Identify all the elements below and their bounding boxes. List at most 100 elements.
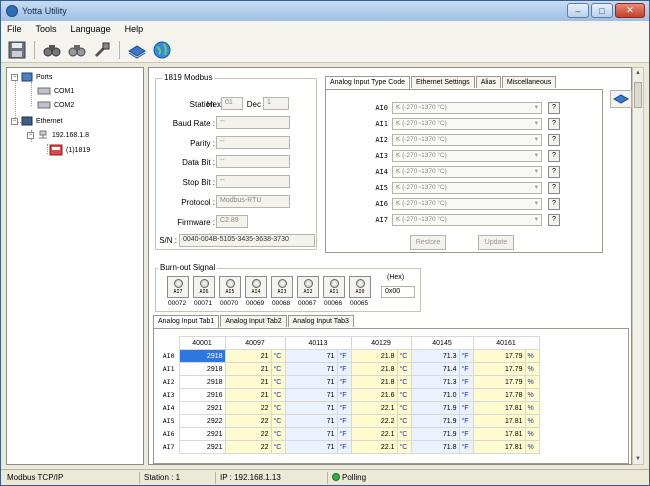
collapse-toggle[interactable]: − [11,73,18,81]
value-cell[interactable]: 21.8 [350,349,398,363]
value-cell[interactable]: 71 [284,388,338,402]
scroll-down-icon[interactable]: ▼ [633,454,643,464]
raw-value-cell[interactable]: 2922 [178,414,226,428]
value-cell[interactable]: 21 [224,388,272,402]
help-button[interactable]: ? [548,214,560,226]
value-cell[interactable]: 22 [224,440,272,454]
value-cell[interactable]: 17.78 [472,388,526,402]
value-cell[interactable]: 22.1 [350,440,398,454]
tree-node-ports[interactable]: − Ports [11,72,52,82]
table-row[interactable]: AI6 2921 22 °C 71 °F 22.1 °C 71.9 °F 17.… [159,427,540,441]
collapse-toggle[interactable]: − [11,117,18,125]
tab-ethernet-settings[interactable]: Ethernet Settings [410,76,475,88]
table-row[interactable]: AI3 2916 21 °C 71 °F 21.6 °C 71.0 °F 17.… [159,388,540,402]
ai-type-select[interactable]: K (-270~1370 °C) [392,134,542,146]
parity-field[interactable]: -- [216,136,290,149]
value-cell[interactable]: 22 [224,414,272,428]
value-cell[interactable]: 22.1 [350,427,398,441]
help-button[interactable]: ? [548,150,560,162]
value-cell[interactable]: 71 [284,349,338,363]
baud-rate-field[interactable]: -- [216,116,290,129]
ai-type-select[interactable]: K (-270~1370 °C) [392,198,542,210]
value-cell[interactable]: 22 [224,401,272,415]
data-bit-field[interactable]: -- [216,155,290,168]
book-side-button[interactable] [610,90,632,108]
value-cell[interactable]: 71.8 [410,440,460,454]
tab-analog-input-2[interactable]: Analog Input Tab2 [220,315,287,327]
tree-node-ip[interactable]: − 192.168.1.8 [27,130,89,140]
value-cell[interactable]: 71.4 [410,362,460,376]
value-cell[interactable]: 71 [284,375,338,389]
update-button[interactable]: Update [478,235,514,250]
ai-type-select[interactable]: K (-270~1370 °C) [392,102,542,114]
tab-analog-input-type-code[interactable]: Analog Input Type Code [325,76,410,89]
globe-icon[interactable] [152,40,172,60]
tab-alias[interactable]: Alias [475,76,501,88]
help-button[interactable]: ? [548,102,560,114]
scroll-thumb[interactable] [634,82,642,108]
value-cell[interactable]: 71.0 [410,388,460,402]
tab-analog-input-1[interactable]: Analog Input Tab1 [153,315,220,328]
value-cell[interactable]: 71 [284,440,338,454]
value-cell[interactable]: 71.9 [410,427,460,441]
value-cell[interactable]: 17.81 [472,414,526,428]
sn-field[interactable]: 0040-004B-5105-3435-3638-3730 [179,234,315,247]
value-cell[interactable]: 22.1 [350,401,398,415]
main-scrollbar[interactable]: ▲ ▼ [632,67,644,465]
save-icon[interactable] [7,40,27,60]
value-cell[interactable]: 17.79 [472,349,526,363]
value-cell[interactable]: 22 [224,427,272,441]
value-cell[interactable]: 21 [224,375,272,389]
value-cell[interactable]: 71.9 [410,401,460,415]
menu-file[interactable]: File [7,24,22,34]
maximize-button[interactable]: □ [591,3,613,18]
tab-analog-input-3[interactable]: Analog Input Tab3 [287,315,354,327]
raw-value-cell[interactable]: 2916 [178,388,226,402]
connect-icon[interactable] [92,40,112,60]
menu-language[interactable]: Language [71,24,111,34]
raw-value-cell[interactable]: 2921 [178,440,226,454]
help-button[interactable]: ? [548,166,560,178]
value-cell[interactable]: 71 [284,362,338,376]
value-cell[interactable]: 71 [284,414,338,428]
raw-value-cell[interactable]: 2921 [178,401,226,415]
protocol-field[interactable]: Modbus-RTU [216,195,290,208]
search-device-icon[interactable] [42,40,62,60]
menu-help[interactable]: Help [125,24,144,34]
value-cell[interactable]: 21 [224,362,272,376]
value-cell[interactable]: 71 [284,427,338,441]
station-hex-field[interactable]: 01 [221,97,243,110]
value-cell[interactable]: 22.2 [350,414,398,428]
value-cell[interactable]: 71.9 [410,414,460,428]
raw-value-cell[interactable]: 2918 [178,375,226,389]
collapse-toggle[interactable]: − [27,131,34,139]
firmware-field[interactable]: C2.89 [216,215,248,228]
value-cell[interactable]: 21.8 [350,362,398,376]
help-button[interactable]: ? [548,118,560,130]
tree-node-ethernet[interactable]: − Ethernet [11,116,62,126]
ai-type-select[interactable]: K (-270~1370 °C) [392,166,542,178]
tree-node-device[interactable]: (1)1819 [49,144,90,156]
tab-miscellaneous[interactable]: Miscellaneous [501,76,557,88]
value-cell[interactable]: 71 [284,401,338,415]
value-cell[interactable]: 17.81 [472,427,526,441]
table-row[interactable]: AI0 2918 21 °C 71 °F 21.8 °C 71.3 °F 17.… [159,349,540,363]
ai-type-select[interactable]: K (-270~1370 °C) [392,214,542,226]
value-cell[interactable]: 21.6 [350,388,398,402]
raw-value-cell[interactable]: 2918 [178,362,226,376]
minimize-button[interactable]: – [567,3,589,18]
ai-type-select[interactable]: K (-270~1370 °C) [392,150,542,162]
value-cell[interactable]: 17.81 [472,440,526,454]
search-device-2-icon[interactable] [67,40,87,60]
help-button[interactable]: ? [548,134,560,146]
tree-node-com2[interactable]: COM2 [37,100,74,110]
value-cell[interactable]: 17.81 [472,401,526,415]
close-button[interactable]: ✕ [615,3,645,18]
menu-tools[interactable]: Tools [36,24,57,34]
table-row[interactable]: AI1 2918 21 °C 71 °F 21.8 °C 71.4 °F 17.… [159,362,540,376]
ai-type-select[interactable]: K (-270~1370 °C) [392,182,542,194]
help-button[interactable]: ? [548,198,560,210]
book-icon[interactable] [127,40,147,60]
value-cell[interactable]: 71.3 [410,375,460,389]
table-row[interactable]: AI2 2918 21 °C 71 °F 21.8 °C 71.3 °F 17.… [159,375,540,389]
